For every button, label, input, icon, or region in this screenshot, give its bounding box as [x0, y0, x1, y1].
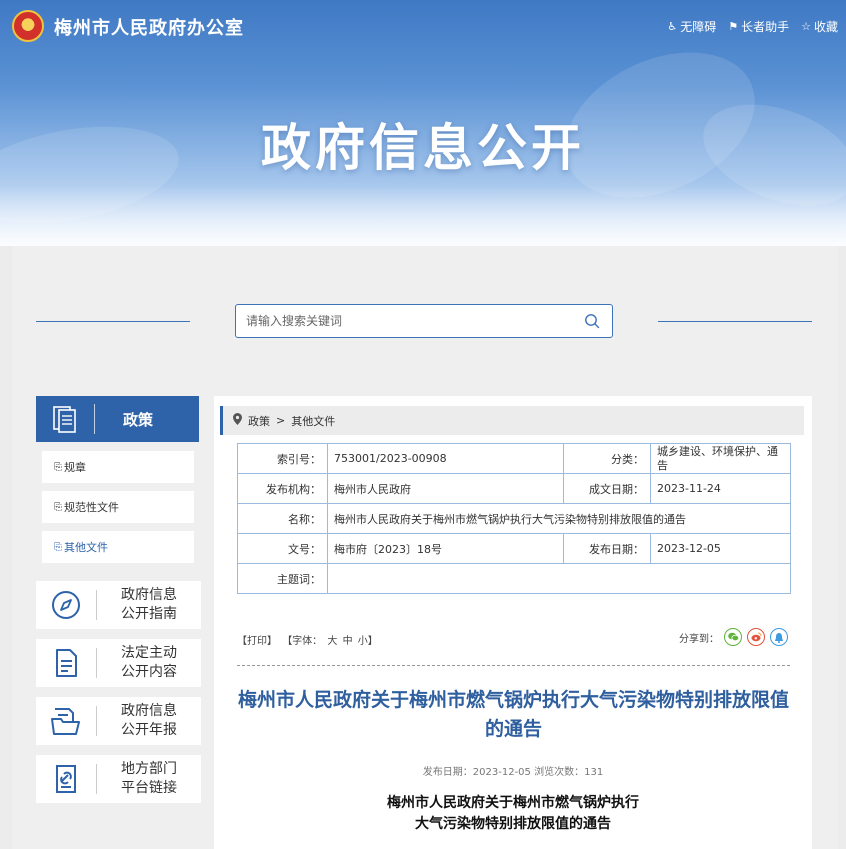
document-list-icon [36, 647, 96, 679]
search-divider-left [36, 321, 190, 322]
location-pin-icon [233, 413, 242, 428]
sidebar-item-other-documents[interactable]: ⎘ 其他文件 [42, 531, 194, 563]
breadcrumb: 政策 > 其他文件 [220, 406, 804, 435]
search-icon[interactable] [584, 313, 600, 329]
favorite-link[interactable]: ☆ 收藏 [801, 18, 838, 35]
font-large-button[interactable]: 大 [327, 636, 337, 647]
article-title: 梅州市人民政府关于梅州市燃气锅炉执行大气污染物特别排放限值的通告 [237, 689, 789, 740]
table-row: 发布机构： 梅州市人民政府 成文日期： 2023-11-24 [237, 473, 791, 504]
subject-label: 主题词： [237, 563, 328, 594]
print-button[interactable]: 【打印】 [237, 636, 277, 647]
article-meta: 发布日期：2023-12-05 浏览次数：131 [422, 767, 604, 778]
sidebar-item-label: 规章 [64, 461, 86, 474]
table-row: 文号： 梅市府〔2023〕18号 发布日期： 2023-12-05 [237, 533, 791, 564]
folder-report-icon [36, 705, 96, 737]
elder-helper-label: 长者助手 [741, 20, 790, 34]
page-tools: 【打印】 【字体： 大 中 小】 [237, 632, 380, 647]
doc-number-value: 梅市府〔2023〕18号 [327, 533, 564, 564]
created-date-value: 2023-11-24 [650, 473, 791, 504]
banner-fade [0, 186, 846, 246]
link-document-icon [36, 763, 96, 795]
category-value: 城乡建设、环境保护、通告 [650, 443, 791, 474]
compass-icon [36, 589, 96, 621]
top-links: ♿ 无障碍 ⚑ 长者助手 ☆ 收藏 [667, 18, 838, 35]
created-date-label: 成文日期： [563, 473, 651, 504]
share-bar: 分享到： [679, 628, 788, 646]
document-icon: ⎘ [54, 461, 62, 473]
wechat-share-icon[interactable] [724, 628, 742, 646]
search-input[interactable] [236, 305, 566, 337]
article-subtitle-line1: 梅州市人民政府关于梅州市燃气锅炉执行 [387, 795, 639, 811]
content-divider [237, 665, 790, 666]
national-emblem-icon [12, 10, 44, 42]
sidebar-item-label: 其他文件 [64, 541, 108, 554]
breadcrumb-separator: > [276, 414, 286, 427]
index-value: 753001/2023-00908 [327, 443, 564, 474]
document-icon: ⎘ [54, 501, 62, 513]
card-label: 地方部门 平台链接 [97, 760, 201, 798]
card-label: 法定主动 公开内容 [97, 644, 201, 682]
sidebar-item-normative-documents[interactable]: ⎘ 规范性文件 [42, 491, 194, 523]
index-label: 索引号： [237, 443, 328, 474]
documents-icon [36, 404, 94, 434]
favorite-label: 收藏 [813, 20, 838, 34]
table-row: 索引号： 753001/2023-00908 分类： 城乡建设、环境保护、通告 [237, 443, 791, 474]
card-label-line1: 政府信息 [121, 703, 177, 719]
card-label: 政府信息 公开指南 [97, 586, 201, 624]
star-icon: ☆ [801, 20, 811, 33]
elder-helper-icon: ⚑ [728, 20, 739, 33]
qzone-share-icon[interactable] [770, 628, 788, 646]
breadcrumb-item-other-documents[interactable]: 其他文件 [291, 413, 335, 429]
article-subtitle-line2: 大气污染物特别排放限值的通告 [415, 816, 611, 832]
font-medium-button[interactable]: 中 [343, 636, 353, 647]
sidebar-item-regulations[interactable]: ⎘ 规章 [42, 451, 194, 483]
document-info-table: 索引号： 753001/2023-00908 分类： 城乡建设、环境保护、通告 … [237, 443, 791, 594]
org-label: 发布机构： [237, 473, 328, 504]
header-banner: 梅州市人民政府办公室 ♿ 无障碍 ⚑ 长者助手 ☆ 收藏 政府信息公开 [0, 0, 846, 246]
card-label-line2: 公开年报 [121, 722, 177, 738]
card-label-line1: 法定主动 [121, 645, 177, 661]
card-label-line1: 地方部门 [121, 761, 177, 777]
document-icon: ⎘ [54, 541, 62, 553]
banner-title: 政府信息公开 [261, 119, 585, 177]
article-subtitle: 梅州市人民政府关于梅州市燃气锅炉执行 大气污染物特别排放限值的通告 [214, 793, 812, 835]
search-divider-right [658, 321, 812, 322]
subject-value [327, 563, 791, 594]
sidebar-header-label: 政策 [122, 410, 153, 429]
font-size-label: 【字体： [282, 636, 323, 647]
sidebar-header-policy[interactable]: 政策 [36, 396, 199, 442]
content-panel: 政策 > 其他文件 索引号： 753001/2023-00908 分类： 城乡建… [214, 396, 812, 849]
card-label-line2: 公开指南 [121, 606, 177, 622]
wheelchair-icon: ♿ [667, 20, 678, 33]
sidebar-card-disclosure-guide[interactable]: 政府信息 公开指南 [36, 581, 201, 629]
sidebar-card-statutory-content[interactable]: 法定主动 公开内容 [36, 639, 201, 687]
share-label: 分享到： [679, 633, 719, 645]
sidebar-card-annual-report[interactable]: 政府信息 公开年报 [36, 697, 201, 745]
font-small-button[interactable]: 小】 [358, 636, 378, 647]
table-row: 主题词： [237, 563, 791, 594]
card-label-line2: 平台链接 [121, 780, 177, 796]
category-label: 分类： [563, 443, 651, 474]
publish-date-value: 2023-12-05 [650, 533, 791, 564]
sidebar-item-label: 规范性文件 [64, 501, 119, 514]
table-row: 名称： 梅州市人民政府关于梅州市燃气锅炉执行大气污染物特别排放限值的通告 [237, 503, 791, 534]
publish-date-label: 发布日期： [563, 533, 651, 564]
main-container: 政策 ⎘ 规章 ⎘ 规范性文件 ⎘ 其他文件 政府信息 公开指南 [12, 246, 838, 849]
elder-helper-link[interactable]: ⚑ 长者助手 [728, 18, 789, 35]
doc-name-value: 梅州市人民政府关于梅州市燃气锅炉执行大气污染物特别排放限值的通告 [327, 503, 791, 534]
card-label: 政府信息 公开年报 [97, 702, 201, 740]
accessibility-label: 无障碍 [680, 20, 717, 34]
accessibility-link[interactable]: ♿ 无障碍 [667, 18, 716, 35]
breadcrumb-item-policy[interactable]: 政策 [248, 413, 270, 429]
site-title[interactable]: 梅州市人民政府办公室 [54, 14, 244, 40]
search-box [235, 304, 613, 338]
card-label-line1: 政府信息 [121, 587, 177, 603]
doc-name-label: 名称： [237, 503, 328, 534]
org-value: 梅州市人民政府 [327, 473, 564, 504]
doc-number-label: 文号： [237, 533, 328, 564]
weibo-share-icon[interactable] [747, 628, 765, 646]
card-label-line2: 公开内容 [121, 664, 177, 680]
sidebar-card-department-links[interactable]: 地方部门 平台链接 [36, 755, 201, 803]
